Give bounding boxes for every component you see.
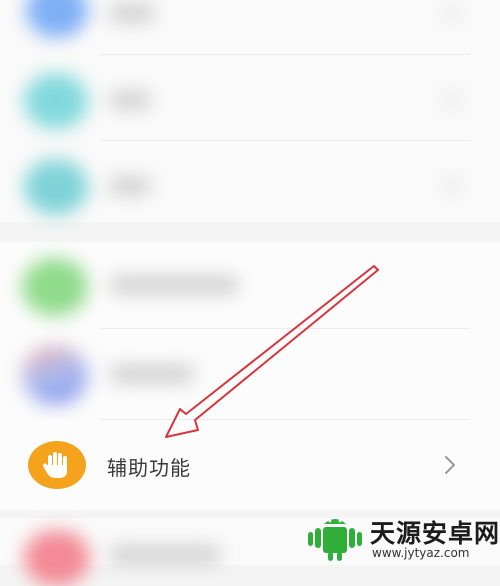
settings-item-blurred-3[interactable] [0, 141, 500, 222]
chevron-right-icon [445, 179, 459, 193]
blurred-app-icon [22, 258, 88, 316]
watermark-url: www.jytyaz.com [372, 546, 470, 560]
blurred-label [110, 276, 238, 294]
settings-item-blurred-1[interactable] [0, 0, 500, 54]
blurred-label [110, 546, 220, 564]
blurred-label [110, 4, 154, 22]
android-logo-icon [308, 519, 362, 561]
blurred-app-icon [24, 159, 88, 215]
raised-hand-icon [28, 441, 86, 489]
chevron-right-icon [445, 456, 455, 474]
blurred-app-icon [26, 0, 88, 38]
watermark-logo: 天源安卓网 www.jytyaz.com [300, 512, 500, 565]
blurred-label [110, 177, 150, 195]
blurred-app-icon [24, 73, 88, 129]
watermark-brand: 天源安卓网 [370, 519, 500, 548]
blurred-label [110, 91, 150, 109]
settings-group-top [0, 0, 500, 222]
accessibility-label: 辅助功能 [107, 456, 191, 480]
chevron-right-icon [445, 6, 459, 20]
settings-item-blurred-5[interactable] [0, 329, 500, 419]
settings-item-blurred-2[interactable] [0, 55, 500, 140]
blurred-label [110, 365, 194, 383]
chevron-right-icon [445, 93, 459, 107]
blurred-app-icon [22, 345, 88, 405]
blurred-app-icon [24, 530, 90, 586]
settings-item-blurred-4[interactable] [0, 242, 500, 328]
